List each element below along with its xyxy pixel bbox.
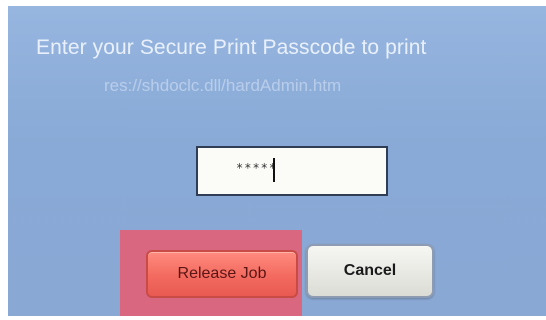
photo-frame: Enter your Secure Print Passcode to prin… bbox=[0, 0, 546, 320]
passcode-input[interactable]: ***** bbox=[196, 146, 388, 196]
page-url-text: res://shdoclc.dll/hardAdmin.htm bbox=[104, 76, 342, 95]
release-job-button[interactable]: Release Job bbox=[146, 250, 298, 298]
passcode-prompt-title: Enter your Secure Print Passcode to prin… bbox=[36, 36, 427, 59]
passcode-masked-value: ***** bbox=[236, 161, 278, 175]
cancel-button[interactable]: Cancel bbox=[306, 244, 434, 298]
text-cursor bbox=[273, 158, 275, 182]
printer-touchscreen: Enter your Secure Print Passcode to prin… bbox=[8, 6, 546, 316]
